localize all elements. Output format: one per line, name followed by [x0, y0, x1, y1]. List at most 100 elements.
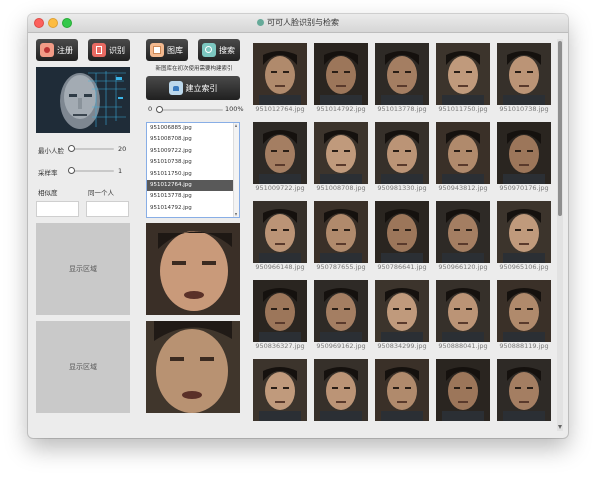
min-face-slider-track[interactable] [72, 148, 114, 150]
result-filename: 951010738.jpg [499, 105, 549, 113]
result-filename: 950966148.jpg [255, 263, 305, 271]
gallery-button[interactable]: 图库 [146, 39, 188, 61]
display-area-2: 显示区域 [36, 321, 130, 413]
result-filename: 950888119.jpg [499, 342, 549, 350]
min-face-value: 20 [118, 145, 127, 153]
result-filename: 950888041.jpg [438, 342, 488, 350]
selected-face-image [146, 223, 240, 315]
matched-face-image [146, 321, 240, 413]
result-filename: 950970176.jpg [499, 184, 549, 192]
result-thumbnail[interactable] [497, 122, 551, 184]
display-area-1: 显示区域 [36, 223, 130, 315]
app-window: 可可人脸识别与检索 注册 识别 最小人脸 20 采样率 1 相似度 同一个人 显… [28, 14, 568, 438]
file-list-item[interactable]: 951006885.jpg [147, 123, 239, 134]
min-face-label: 最小人脸 [38, 147, 64, 155]
result-filename: 950787655.jpg [316, 263, 366, 271]
progress-max-label: 100% [225, 105, 244, 113]
file-list-item[interactable]: 951014792.jpg [147, 203, 239, 214]
result-thumbnail[interactable] [314, 122, 368, 184]
result-filename: 950965106.jpg [499, 263, 549, 271]
display-area-1-label: 显示区域 [69, 265, 97, 273]
same-person-label: 同一个人 [88, 189, 114, 197]
file-list-item[interactable]: 951008708.jpg [147, 134, 239, 145]
face-scan-image [36, 67, 130, 133]
results-scrollbar-thumb[interactable] [558, 41, 562, 216]
result-filename: 951008708.jpg [316, 184, 366, 192]
file-list-item[interactable]: 951009722.jpg [147, 146, 239, 157]
scroll-down-icon[interactable] [235, 213, 237, 216]
result-thumbnail[interactable] [436, 280, 490, 342]
search-button[interactable]: 搜索 [198, 39, 240, 61]
image-icon [150, 43, 164, 57]
result-filename: 951013778.jpg [377, 105, 427, 113]
sample-rate-slider-track[interactable] [72, 170, 114, 172]
result-thumbnail[interactable] [253, 43, 307, 105]
result-filename: 951009722.jpg [255, 184, 305, 192]
result-filename: 951012764.jpg [255, 105, 305, 113]
result-thumbnail[interactable] [253, 201, 307, 263]
result-filename: 950943812.jpg [438, 184, 488, 192]
result-thumbnail[interactable] [375, 280, 429, 342]
result-thumbnail[interactable] [375, 359, 429, 421]
recognize-label: 识别 [109, 45, 125, 55]
result-filename: 950966120.jpg [438, 263, 488, 271]
sample-rate-slider-thumb[interactable] [68, 167, 75, 174]
result-thumbnail[interactable] [497, 43, 551, 105]
scroll-down-icon[interactable] [558, 425, 562, 429]
file-list-item[interactable]: 951011750.jpg [147, 169, 239, 180]
register-button[interactable]: 注册 [36, 39, 78, 61]
result-thumbnail[interactable] [314, 43, 368, 105]
result-thumbnail[interactable] [497, 201, 551, 263]
result-thumbnail[interactable] [436, 359, 490, 421]
result-thumbnail[interactable] [436, 43, 490, 105]
similarity-label: 相似度 [38, 189, 58, 197]
build-index-button[interactable]: 建立索引 [146, 76, 240, 100]
file-list[interactable]: 951006885.jpg 951008708.jpg 951009722.jpg 9… [146, 122, 240, 218]
result-thumbnail[interactable] [436, 201, 490, 263]
recognize-icon [92, 43, 106, 57]
index-progress-thumb [156, 106, 163, 113]
file-list-scrollbar[interactable] [233, 123, 239, 217]
progress-min-label: 0 [148, 105, 153, 113]
file-list-item[interactable]: 951010738.jpg [147, 157, 239, 168]
scroll-up-icon[interactable] [235, 124, 237, 127]
result-thumbnail[interactable] [436, 122, 490, 184]
app-icon [257, 19, 264, 26]
search-label: 搜索 [219, 45, 235, 55]
result-thumbnail[interactable] [375, 43, 429, 105]
gallery-label: 图库 [167, 45, 183, 55]
result-thumbnail[interactable] [375, 201, 429, 263]
result-thumbnail[interactable] [253, 359, 307, 421]
result-filename: 950786641.jpg [377, 263, 427, 271]
same-person-field[interactable] [86, 201, 129, 217]
file-list-item[interactable]: 951013778.jpg [147, 191, 239, 202]
sample-rate-value: 1 [118, 167, 123, 175]
result-thumbnail[interactable] [497, 280, 551, 342]
index-icon [168, 81, 183, 95]
result-thumbnail[interactable] [253, 280, 307, 342]
result-thumbnail[interactable] [314, 201, 368, 263]
window-title: 可可人脸识别与检索 [267, 18, 339, 27]
result-filename: 951011750.jpg [438, 105, 488, 113]
result-filename: 951014792.jpg [316, 105, 366, 113]
results-scrollbar[interactable] [557, 39, 563, 431]
register-label: 注册 [57, 45, 73, 55]
min-face-slider-thumb[interactable] [68, 145, 75, 152]
result-thumbnail[interactable] [375, 122, 429, 184]
title-bar: 可可人脸识别与检索 [28, 14, 568, 33]
index-hint: 新图库在初次使用需要构建索引 [155, 66, 233, 72]
similarity-field[interactable] [36, 201, 79, 217]
file-list-item[interactable]: 951012764.jpg [147, 179, 239, 192]
sample-rate-label: 采样率 [38, 169, 58, 177]
result-thumbnail[interactable] [253, 122, 307, 184]
result-filename: 950836327.jpg [255, 342, 305, 350]
search-icon [202, 43, 216, 57]
result-thumbnail[interactable] [314, 359, 368, 421]
build-index-label: 建立索引 [185, 83, 218, 93]
recognize-button[interactable]: 识别 [88, 39, 130, 61]
result-filename: 950981330.jpg [377, 184, 427, 192]
result-thumbnail[interactable] [314, 280, 368, 342]
result-filename: 950969162.jpg [316, 342, 366, 350]
result-filename: 950834299.jpg [377, 342, 427, 350]
result-thumbnail[interactable] [497, 359, 551, 421]
